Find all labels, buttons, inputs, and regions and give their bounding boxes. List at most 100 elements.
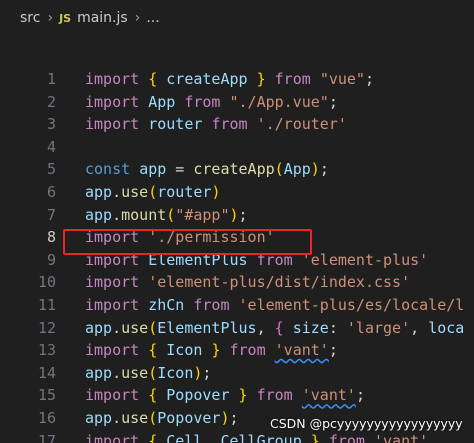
line-code: app.use(Popover);	[85, 407, 239, 430]
code-token: use	[121, 318, 149, 337]
code-token: App	[283, 160, 311, 179]
code-token: import	[85, 273, 140, 292]
code-token: }	[256, 70, 266, 88]
breadcrumb-file[interactable]: main.js	[77, 10, 128, 26]
code-token: 'element-plus/dist/index.css'	[148, 273, 411, 292]
code-token: use	[121, 182, 149, 201]
code-line[interactable]: 2 import App from "./App.vue";	[0, 91, 474, 114]
code-token: =	[166, 160, 194, 179]
code-token: loca	[428, 318, 465, 337]
code-line[interactable]: 7 app.mount("#app");	[0, 204, 474, 227]
code-token: zhCn	[148, 295, 185, 314]
code-token: Popover	[166, 386, 230, 405]
line-number: 12	[37, 318, 56, 337]
code-token: router	[148, 115, 203, 134]
code-line[interactable]: 14 app.use(Icon);	[0, 362, 474, 385]
code-token: App	[148, 92, 176, 111]
code-token: )	[211, 182, 221, 201]
code-token: "vue"	[319, 70, 365, 88]
chevron-right-icon: ›	[134, 10, 141, 26]
code-token: .	[112, 182, 122, 201]
code-token: ;	[238, 205, 248, 224]
code-line[interactable]: 6 app.use(router)	[0, 181, 474, 204]
line-number: 5	[46, 160, 56, 179]
code-token: 'large'	[346, 318, 411, 337]
code-token: from	[274, 70, 311, 88]
code-token: Icon	[157, 363, 194, 382]
code-token: {	[148, 386, 158, 405]
highlight-annotation-box	[63, 229, 312, 255]
code-line[interactable]: 1 import { createApp } from "vue";	[0, 68, 474, 91]
code-token: {	[274, 318, 284, 337]
code-token: 'vant'	[301, 386, 356, 405]
line-number: 10	[37, 273, 56, 292]
code-line[interactable]: 15 import { Popover } from 'vant';	[0, 384, 474, 407]
code-token: {	[148, 431, 158, 443]
line-number: 2	[46, 92, 56, 111]
line-code: app.use(Icon);	[85, 362, 211, 385]
code-token: from	[328, 431, 365, 443]
code-token: Icon	[166, 341, 203, 360]
code-token: app	[85, 182, 113, 201]
line-number: 7	[46, 205, 56, 224]
breadcrumb: src › JS main.js › ...	[0, 0, 474, 36]
code-line[interactable]: 10 import 'element-plus/dist/index.css'	[0, 271, 474, 294]
line-number: 8	[46, 228, 56, 247]
code-line[interactable]: 13 import { Icon } from 'vant';	[0, 339, 474, 362]
code-line[interactable]: 11 import zhCn from 'element-plus/es/loca…	[0, 294, 474, 317]
code-token: "./App.vue"	[229, 92, 329, 111]
code-token: {	[148, 70, 158, 88]
code-token: ;	[319, 160, 329, 179]
line-code: import { createApp } from "vue";	[85, 68, 374, 91]
line-number: 3	[46, 115, 56, 134]
code-token: import	[85, 386, 140, 405]
code-token: mount	[121, 205, 167, 224]
code-token: }	[238, 386, 248, 405]
code-line[interactable]: 17 import { Cell, CellGroup } from 'vant'	[0, 430, 474, 443]
code-token: app	[139, 160, 167, 179]
line-number: 16	[37, 408, 56, 427]
line-code: import App from "./App.vue";	[85, 91, 338, 114]
line-code: import 'element-plus/dist/index.css'	[85, 271, 410, 294]
code-token: )	[220, 408, 230, 427]
line-code: app.mount("#app");	[85, 204, 248, 227]
code-token: from	[211, 115, 248, 134]
code-token: ,	[202, 431, 221, 443]
code-token: createApp	[166, 70, 248, 88]
code-token: import	[85, 92, 140, 111]
breadcrumb-more[interactable]: ...	[146, 10, 159, 26]
line-number: 11	[37, 295, 56, 314]
code-token: from	[184, 92, 221, 111]
code-token: from	[229, 341, 266, 360]
breadcrumb-folder[interactable]: src	[20, 10, 40, 26]
line-number: 14	[37, 363, 56, 382]
code-token: (	[166, 205, 176, 224]
code-line[interactable]: 12 app.use(ElementPlus, { size: 'large', …	[0, 317, 474, 340]
line-code: import { Cell, CellGroup } from 'vant'	[85, 430, 428, 443]
code-line[interactable]: 5 const app = createApp(App);	[0, 158, 474, 181]
code-token: CellGroup	[220, 431, 302, 443]
code-editor[interactable]: 1 import { createApp } from "vue"; 2 import…	[0, 68, 474, 443]
code-token: Cell	[166, 431, 203, 443]
code-line[interactable]: 4	[0, 136, 474, 159]
code-token: (	[148, 363, 158, 382]
code-line[interactable]: 3 import router from './router'	[0, 113, 474, 136]
code-token: 'vant'	[374, 431, 429, 443]
